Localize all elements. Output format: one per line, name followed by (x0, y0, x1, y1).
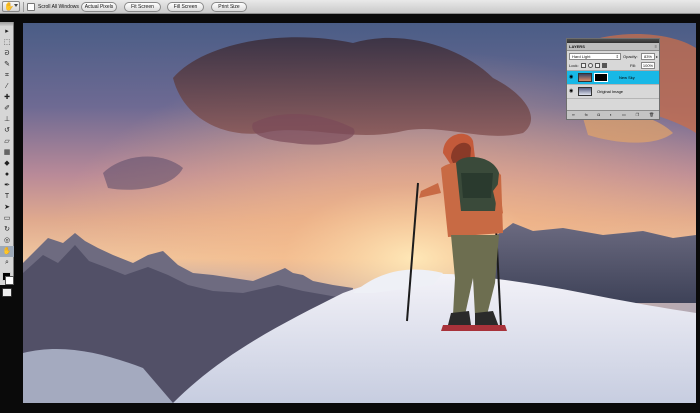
panel-menu-icon[interactable]: ≡ (655, 44, 657, 49)
quick-mask-icon (2, 288, 12, 297)
crop-tool-icon[interactable]: ⌗ (0, 70, 14, 81)
layer-row-original-image[interactable]: ◉ Original Image (567, 85, 659, 99)
visibility-eye-icon[interactable]: ◉ (569, 74, 573, 81)
brush-tool-icon[interactable]: ✐ (0, 103, 14, 114)
lock-transparency-icon[interactable] (581, 63, 586, 68)
options-bar: ✋ Scroll All Windows Actual Pixels Fit S… (0, 0, 700, 14)
quick-selection-tool-icon[interactable]: ✎ (0, 59, 14, 70)
chevron-down-icon (14, 4, 18, 7)
blend-mode-value: Hard Light (572, 54, 591, 59)
3d-orbit-tool-icon[interactable]: ◎ (0, 235, 14, 246)
lock-position-icon[interactable] (595, 63, 600, 68)
tools-panel: ▸ ⬚ ᘐ ✎ ⌗ ⁄ ✚ ✐ ⊥ ↺ ▱ ▦ ◆ ● ✒ T ➤ ▭ ↻ ◎ ✋ ⌕ (0, 22, 14, 297)
layers-panel-tabbar: LAYERS ≡ (567, 43, 659, 51)
layers-panel: LAYERS ≡ Hard Light ⇕ Opacity: 83% ▸ Loc… (566, 38, 660, 120)
move-tool-icon[interactable]: ▸ (0, 26, 14, 37)
lock-fill-row: Lock: Fill: 100% (567, 61, 659, 71)
tool-preset-picker[interactable]: ✋ (2, 1, 20, 12)
layer-name: New Sky (619, 75, 635, 80)
scroll-all-windows-label: Scroll All Windows (38, 4, 79, 10)
layer-thumbnail (578, 87, 592, 96)
adjustment-layer-icon[interactable]: ◐ (610, 112, 612, 118)
options-divider (23, 2, 24, 12)
layers-tab[interactable]: LAYERS (569, 43, 585, 50)
layer-row-new-sky[interactable]: ◉ New Sky (567, 71, 659, 85)
trash-icon[interactable]: 🗑 (649, 112, 654, 118)
opacity-field[interactable]: 83% (641, 53, 655, 60)
fx-icon[interactable]: fx (585, 112, 588, 118)
3d-rotate-tool-icon[interactable]: ↻ (0, 224, 14, 235)
fill-screen-button[interactable]: Fill Screen (167, 2, 204, 12)
scroll-all-windows-checkbox[interactable] (27, 3, 35, 11)
blur-tool-icon[interactable]: ◆ (0, 158, 14, 169)
link-layers-icon[interactable]: ∞ (572, 112, 575, 118)
blend-mode-select[interactable]: Hard Light ⇕ (569, 53, 621, 60)
eyedropper-tool-icon[interactable]: ⁄ (0, 81, 14, 92)
fill-label: Fill: (630, 63, 637, 68)
hand-icon: ✋ (4, 2, 14, 11)
quick-mask-button[interactable] (0, 287, 14, 298)
layers-panel-footer: ∞ fx ◘ ◐ ▭ ❐ 🗑 (567, 110, 659, 119)
blend-opacity-row: Hard Light ⇕ Opacity: 83% ▸ (567, 51, 659, 61)
lock-image-icon[interactable] (588, 63, 593, 68)
type-tool-icon[interactable]: T (0, 191, 14, 202)
zoom-tool-icon[interactable]: ⌕ (0, 257, 14, 268)
rectangle-tool-icon[interactable]: ▭ (0, 213, 14, 224)
history-brush-tool-icon[interactable]: ↺ (0, 125, 14, 136)
group-icon[interactable]: ▭ (622, 112, 626, 118)
dodge-tool-icon[interactable]: ● (0, 169, 14, 180)
actual-pixels-button[interactable]: Actual Pixels (81, 2, 117, 12)
eraser-tool-icon[interactable]: ▱ (0, 136, 14, 147)
lasso-tool-icon[interactable]: ᘐ (0, 48, 14, 59)
chevron-down-icon: ⇕ (615, 54, 619, 59)
visibility-eye-icon[interactable]: ◉ (569, 88, 573, 95)
fit-screen-button[interactable]: Fit Screen (124, 2, 161, 12)
tool-list: ▸ ⬚ ᘐ ✎ ⌗ ⁄ ✚ ✐ ⊥ ↺ ▱ ▦ ◆ ● ✒ T ➤ ▭ ↻ ◎ ✋ ⌕ (0, 26, 14, 268)
clone-stamp-tool-icon[interactable]: ⊥ (0, 114, 14, 125)
lock-all-icon[interactable] (602, 63, 607, 68)
layer-name: Original Image (597, 89, 624, 94)
background-color-swatch[interactable] (5, 276, 14, 285)
color-swatches (0, 271, 14, 287)
path-selection-tool-icon[interactable]: ➤ (0, 202, 14, 213)
layer-thumbnail (578, 73, 592, 82)
pen-tool-icon[interactable]: ✒ (0, 180, 14, 191)
marquee-tool-icon[interactable]: ⬚ (0, 37, 14, 48)
hand-tool-icon[interactable]: ✋ (0, 246, 14, 257)
fill-field[interactable]: 100% (641, 62, 655, 69)
opacity-slider-arrow-icon[interactable]: ▸ (656, 53, 658, 60)
opacity-label: Opacity: (623, 54, 638, 59)
scroll-all-windows-option[interactable]: Scroll All Windows (27, 2, 79, 12)
layer-mask-thumbnail[interactable] (594, 73, 608, 82)
lock-label: Lock: (569, 63, 579, 68)
gradient-tool-icon[interactable]: ▦ (0, 147, 14, 158)
print-size-button[interactable]: Print Size (211, 2, 247, 12)
add-mask-icon[interactable]: ◘ (598, 112, 600, 118)
new-layer-icon[interactable]: ❐ (636, 112, 640, 118)
healing-brush-tool-icon[interactable]: ✚ (0, 92, 14, 103)
